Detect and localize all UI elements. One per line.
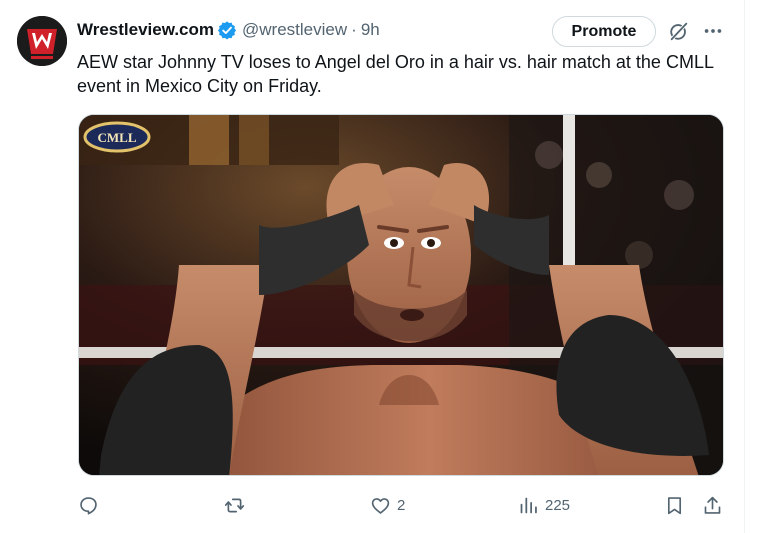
post-time[interactable]: 9h: [361, 20, 380, 40]
promote-button[interactable]: Promote: [552, 16, 656, 47]
more-icon[interactable]: [702, 20, 724, 42]
repost-button[interactable]: [224, 490, 251, 520]
action-bar: 2 225: [0, 490, 745, 520]
views-icon: [520, 497, 537, 513]
post-text: AEW star Johnny TV loses to Angel del Or…: [77, 52, 714, 96]
like-count: 2: [397, 496, 406, 514]
share-button[interactable]: [702, 490, 723, 520]
avatar[interactable]: [17, 16, 67, 66]
like-icon: [371, 497, 390, 514]
bookmark-icon: [667, 496, 682, 514]
post-media-image[interactable]: CMLL: [78, 114, 724, 476]
reply-icon: [80, 496, 97, 514]
post[interactable]: Wrestleview.com @wrestleview · 9h Promot…: [0, 0, 745, 533]
wrestler-photo: CMLL: [79, 115, 723, 475]
author-handle[interactable]: @wrestleview: [242, 20, 347, 40]
views-count: 225: [545, 496, 571, 514]
post-header: Wrestleview.com @wrestleview · 9h: [77, 18, 380, 42]
reply-button[interactable]: [78, 490, 105, 520]
like-button[interactable]: 2: [370, 490, 405, 520]
verified-badge-icon: [217, 21, 237, 40]
grok-icon[interactable]: [668, 20, 690, 42]
cmll-logo: CMLL: [98, 130, 137, 145]
author-display-name[interactable]: Wrestleview.com: [77, 20, 214, 40]
wrestleview-logo: [17, 16, 67, 66]
views-button[interactable]: 225: [518, 490, 570, 520]
separator-dot: ·: [351, 20, 357, 39]
repost-icon: [224, 498, 245, 512]
bookmark-button[interactable]: [664, 490, 685, 520]
share-icon: [704, 496, 721, 514]
